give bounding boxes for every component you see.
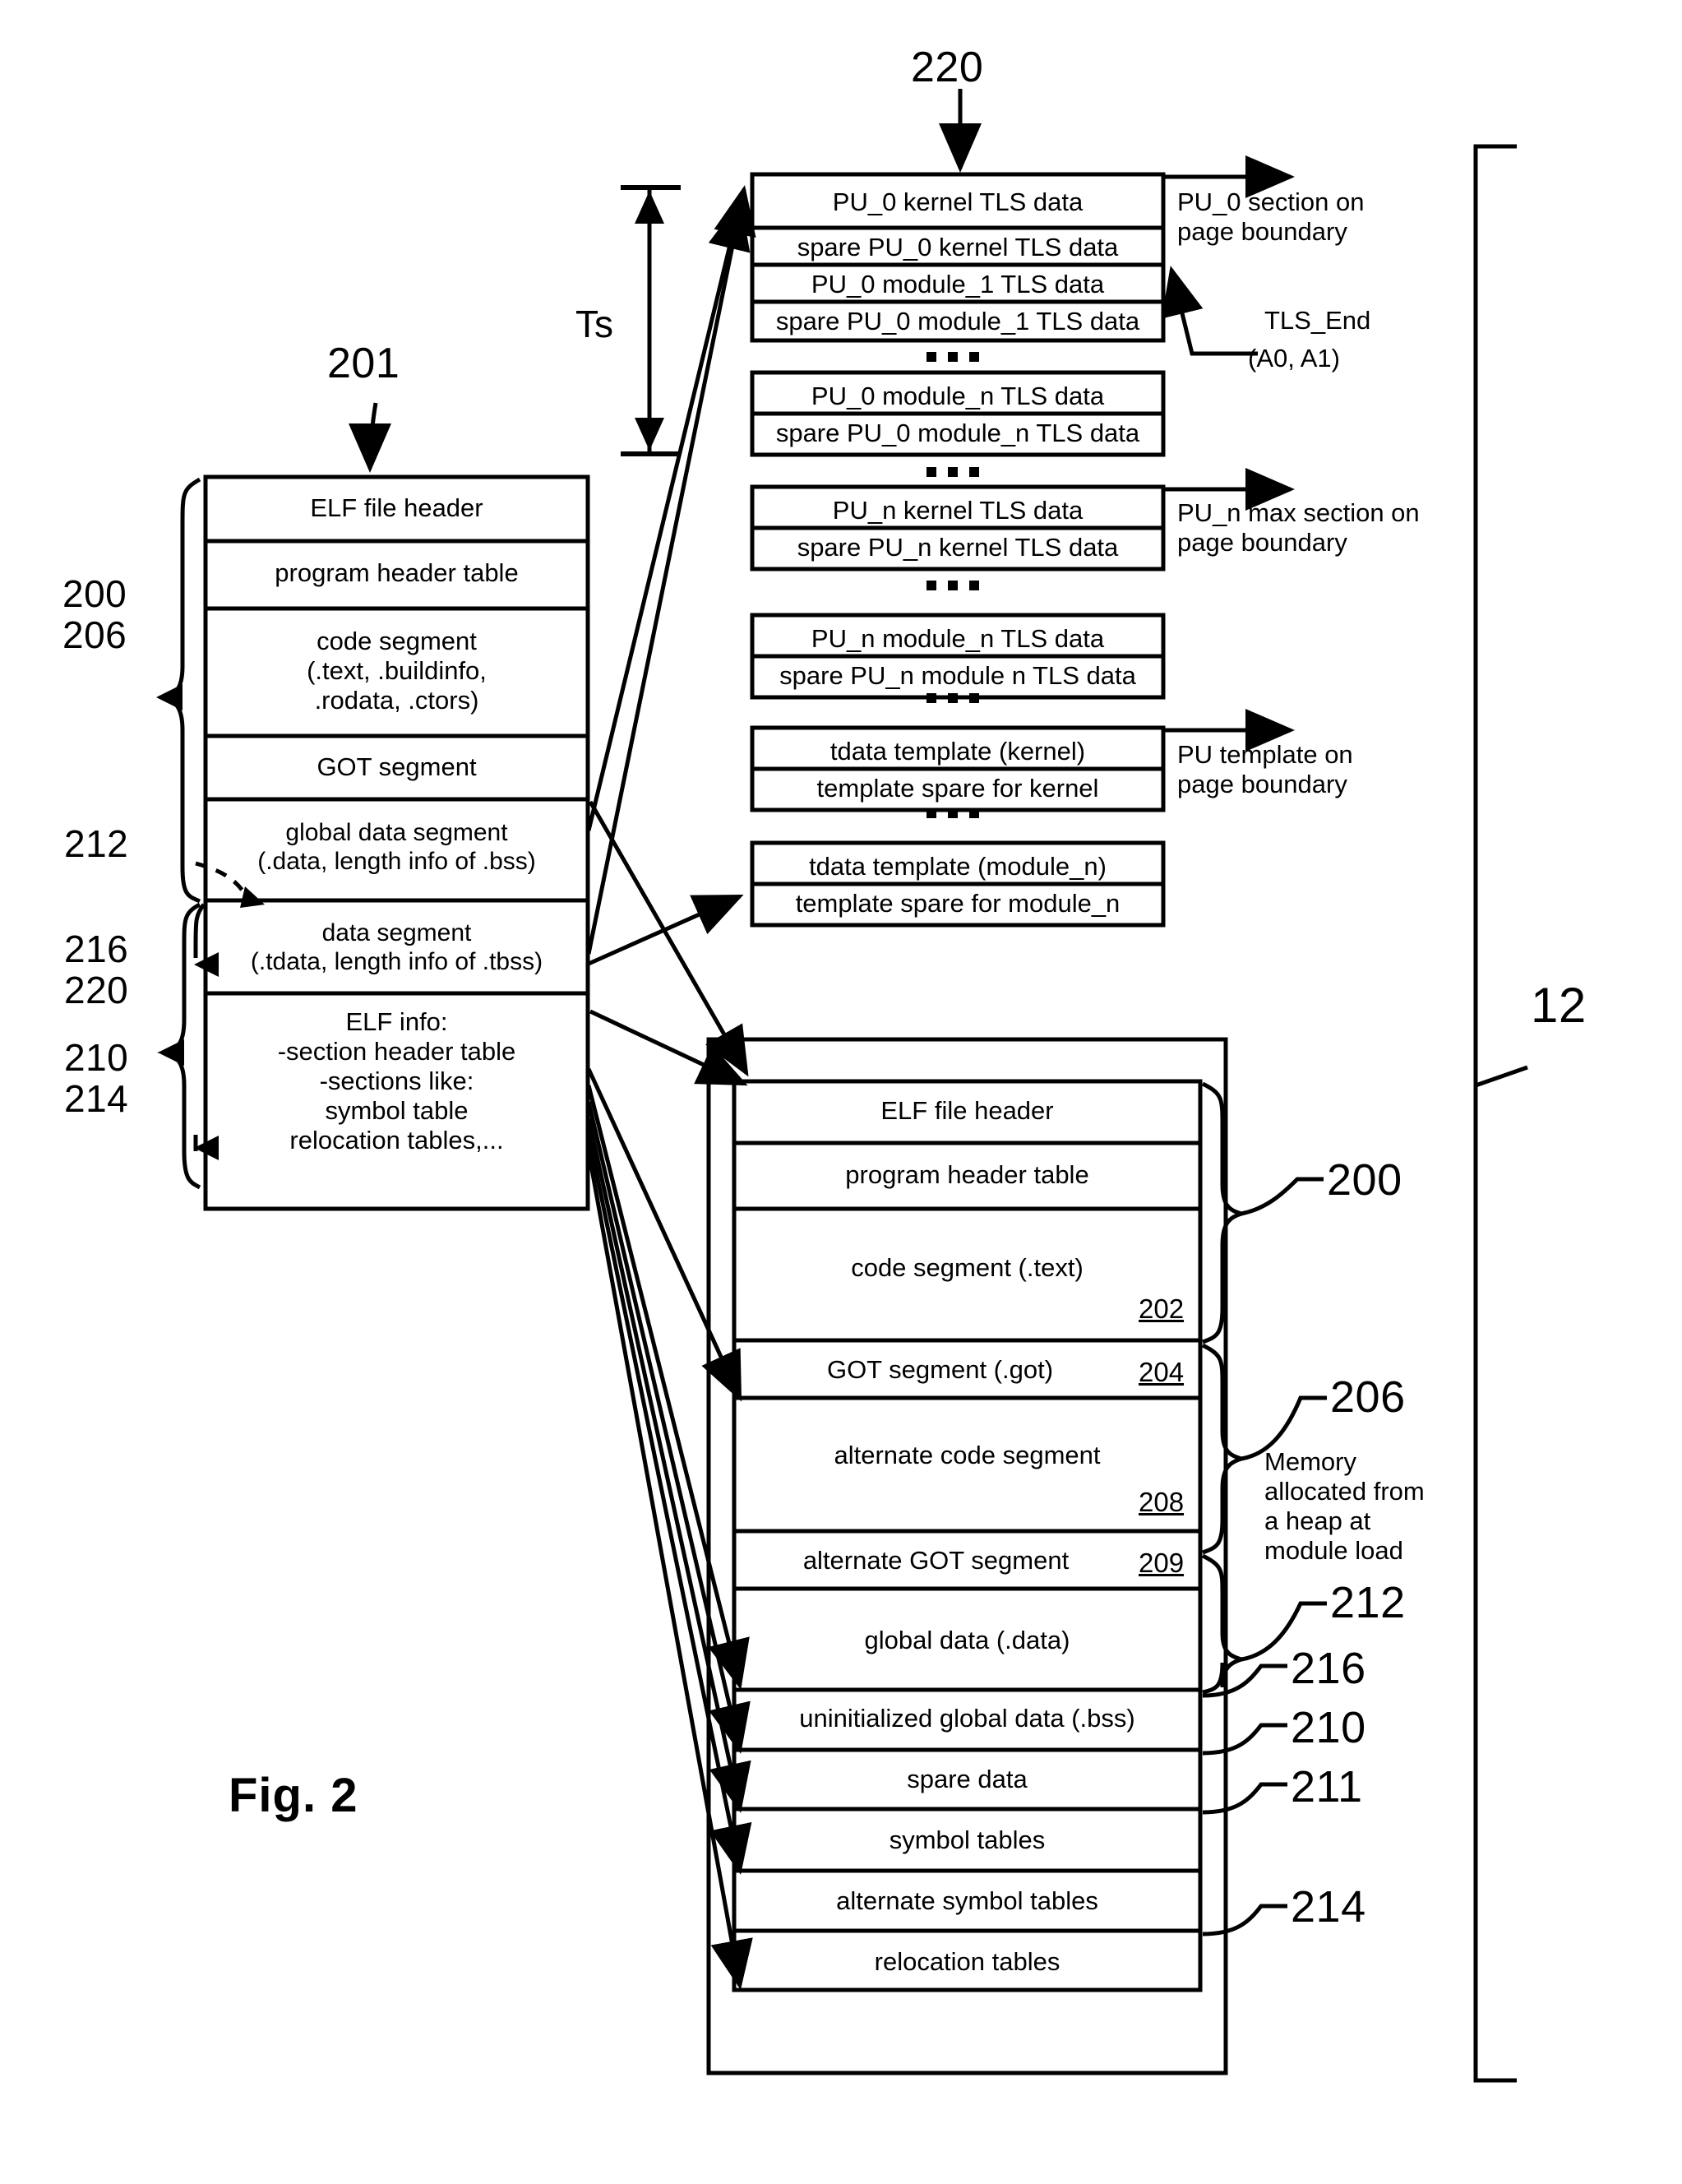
memory-row: alternate symbol tables (836, 1886, 1098, 1915)
tls-row: spare PU_n module n TLS data (779, 661, 1136, 690)
patent-figure-2: 220 Ts 201 PU_0 kernel TLS data spare PU… (0, 0, 1682, 2184)
memory-row: relocation tables (874, 1947, 1060, 1976)
annotation-pu0-section: PU_0 section on page boundary (1177, 187, 1365, 246)
memory-row: GOT segment (.got) (826, 1355, 1054, 1384)
ref-number-200-206: 200 206 (62, 572, 127, 656)
ref-number-12: 12 (1531, 978, 1587, 1033)
tls-row: PU_n module_n TLS data (811, 624, 1105, 653)
ellipsis-dots (926, 581, 979, 590)
tls-row: spare PU_n kernel TLS data (797, 533, 1119, 562)
tls-row: tdata template (kernel) (829, 737, 1086, 766)
ref-number-220: 220 (911, 44, 984, 91)
tls-row: PU_0 module_n TLS data (811, 382, 1105, 410)
tls-row: PU_0 kernel TLS data (832, 187, 1084, 216)
ref-number-212: 212 (1330, 1578, 1406, 1627)
tls-row: tdata template (module_n) (809, 852, 1107, 881)
tls-row: PU_n kernel TLS data (832, 496, 1084, 525)
memory-row-ref-202: 202 (1139, 1293, 1185, 1324)
memory-row-ref-209: 209 (1139, 1548, 1185, 1578)
elf-file-row: ELF file header (310, 493, 483, 522)
tls-row: template spare for module_n (795, 889, 1121, 918)
ts-dimension-label: Ts (575, 303, 613, 345)
tls-row: spare PU_0 module_n TLS data (775, 419, 1140, 447)
annotation-pu-template: PU template on page boundary (1177, 740, 1353, 798)
ellipsis-dots (926, 467, 979, 477)
elf-file-row: program header table (275, 558, 519, 587)
memory-row: code segment (.text) (851, 1253, 1084, 1282)
memory-row: spare data (907, 1765, 1028, 1793)
ref-number-211: 211 (1291, 1762, 1363, 1812)
tls-row: template spare for kernel (816, 774, 1099, 803)
ellipsis-dots (926, 352, 979, 362)
ref-number-200: 200 (1327, 1155, 1402, 1205)
figure-title: Fig. 2 (229, 1769, 358, 1822)
elf-file-row: data segment (.tdata, length info of .tb… (250, 919, 543, 975)
memory-row: global data (.data) (864, 1626, 1070, 1654)
annotation-memory-allocated: Memory allocated from a heap at module l… (1264, 1447, 1425, 1565)
ref-number-210: 210 (1291, 1703, 1366, 1752)
elf-file-row: code segment (.text, .buildinfo, .rodata… (307, 627, 487, 715)
ref-number-216: 216 (1291, 1644, 1366, 1693)
memory-row-ref-208: 208 (1139, 1487, 1185, 1517)
memory-row: uninitialized global data (.bss) (799, 1704, 1135, 1733)
memory-row: symbol tables (889, 1825, 1046, 1854)
tls-row: spare PU_0 module_1 TLS data (775, 307, 1140, 335)
ellipsis-dots (926, 693, 979, 703)
memory-row: program header table (845, 1160, 1089, 1189)
tls-row: spare PU_0 kernel TLS data (797, 233, 1119, 261)
ref-number-212: 212 (64, 822, 129, 865)
annotation-tls-end: TLS_End (1264, 306, 1371, 335)
ellipsis-dots (926, 808, 979, 818)
annotation-pun-section: PU_n max section on page boundary (1177, 498, 1420, 557)
ref-number-206: 206 (1330, 1372, 1406, 1422)
memory-row-ref-204: 204 (1139, 1357, 1185, 1387)
annotation-tls-end-registers: (A0, A1) (1248, 344, 1340, 372)
tls-row: PU_0 module_1 TLS data (811, 270, 1105, 298)
memory-row: ELF file header (880, 1096, 1054, 1125)
elf-file-row: GOT segment (317, 752, 477, 781)
ref-number-214: 214 (1291, 1882, 1366, 1932)
memory-row: alternate GOT segment (802, 1546, 1070, 1575)
ref-number-210-214: 210 214 (64, 1036, 129, 1120)
ref-number-216-220: 216 220 (64, 928, 129, 1011)
elf-file-row: global data segment (.data, length info … (257, 819, 536, 875)
memory-row: alternate code segment (834, 1441, 1101, 1469)
ref-number-201: 201 (327, 340, 400, 387)
elf-file-row: ELF info: -section header table -section… (277, 1007, 516, 1154)
